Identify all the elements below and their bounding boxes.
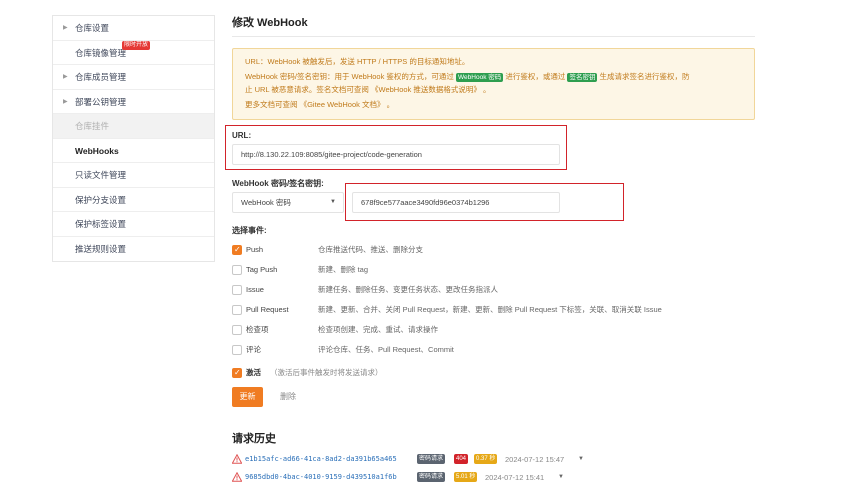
- sidebar-item-label: 仓库成员管理: [75, 72, 127, 82]
- duration-badge: 5.01 秒: [454, 472, 478, 482]
- sidebar-item-widgets: 仓库挂件: [53, 114, 214, 139]
- request-time: 2024-07-12 15:47: [505, 455, 565, 464]
- activate-hint: （激活后事件触发时将发送请求）: [270, 368, 383, 377]
- secret-type-select[interactable]: WebHook 密码 ▼: [232, 192, 344, 213]
- event-desc: 评论仓库、任务、Pull Request、Commit: [318, 345, 454, 354]
- notice-text: WebHook 密码/签名密钥：用于 WebHook 鉴权的方式，可通过: [245, 72, 454, 81]
- event-name: Pull Request: [246, 305, 289, 314]
- sidebar-item-repo-settings[interactable]: ▶ 仓库设置: [53, 16, 214, 41]
- secret-type-value: WebHook 密码: [241, 198, 291, 207]
- notice-text: 。: [386, 100, 395, 109]
- sidebar-item-label: 部署公钥管理: [75, 96, 127, 107]
- page-title: 修改 WebHook: [232, 17, 308, 29]
- pull-request-checkbox[interactable]: [232, 305, 242, 315]
- webhook-notice: URL：WebHook 被触发后，发送 HTTP / HTTPS 的目标通知地址…: [232, 48, 755, 120]
- expand-caret-icon[interactable]: ▼: [578, 453, 584, 466]
- sidebar-item-label: 仓库挂件: [75, 121, 110, 131]
- sidebar-item-push-rules[interactable]: 推送规则设置: [53, 237, 214, 262]
- sidebar-item-label: 只读文件管理: [75, 170, 127, 180]
- request-id-link[interactable]: 9685dbd0-4bac-4010-9159-d439510a1f6b: [245, 471, 397, 484]
- sidebar-item-readonly-files[interactable]: 只读文件管理: [53, 163, 214, 188]
- event-issue[interactable]: Issue 新建任务、删除任务、变更任务状态、更改任务指派人: [232, 283, 732, 297]
- comment-checkbox[interactable]: [232, 345, 242, 355]
- events-label: 选择事件:: [232, 226, 267, 235]
- notice-line: 更多文档可查阅 《Gitee WebHook 文档》 。: [245, 98, 742, 111]
- event-tag-push[interactable]: Tag Push 新建、删除 tag: [232, 263, 732, 277]
- request-time: 2024-07-12 15:41: [485, 473, 545, 482]
- event-push[interactable]: Push 仓库推送代码、推送、删除分支: [232, 243, 732, 257]
- event-name: Push: [246, 245, 264, 254]
- notice-text: 。: [482, 85, 491, 94]
- secret-highlight-box: [345, 183, 624, 221]
- event-desc: 新建、删除 tag: [318, 265, 369, 274]
- chevron-right-icon: ▶: [63, 25, 68, 31]
- tag-push-checkbox[interactable]: [232, 265, 242, 275]
- url-highlight-box: [225, 125, 567, 170]
- status-code-badge: 404: [454, 454, 469, 464]
- history-row[interactable]: e1b15afc-ad66-41ca-8ad2-da391b65a465 密码请…: [232, 453, 592, 466]
- notice-text: 更多文档可查阅: [245, 100, 298, 109]
- request-type-tag: 密码请求: [417, 454, 446, 464]
- event-name: Issue: [246, 285, 264, 294]
- notice-text: 进行鉴权，或通过: [505, 72, 566, 81]
- sidebar-item-label: 推送规则设置: [75, 243, 127, 254]
- event-desc: 新建任务、删除任务、变更任务状态、更改任务指派人: [318, 285, 498, 294]
- event-desc: 检查项创建、完成、重试、请求操作: [318, 325, 438, 334]
- sidebar-item-webhooks[interactable]: WebHooks: [53, 139, 214, 163]
- sidebar-item-label: WebHooks: [75, 145, 119, 156]
- push-format-doc-link[interactable]: 《WebHook 推送数据格式说明》: [371, 85, 481, 94]
- check-checkbox[interactable]: [232, 325, 242, 335]
- sidebar-item-label: 保护标签设置: [75, 219, 127, 229]
- push-checkbox[interactable]: [232, 243, 242, 257]
- sidebar-item-label: 仓库镜像管理: [75, 47, 127, 58]
- notice-line: URL：WebHook 被触发后，发送 HTTP / HTTPS 的目标通知地址…: [245, 57, 470, 66]
- notice-line: WebHook 密码/签名密钥：用于 WebHook 鉴权的方式，可通过 Web…: [245, 70, 742, 96]
- request-id-link[interactable]: e1b15afc-ad66-41ca-8ad2-da391b65a465: [245, 453, 397, 466]
- event-name: 检查项: [246, 325, 269, 334]
- chevron-right-icon: ▶: [63, 98, 68, 105]
- title-divider: [232, 36, 755, 37]
- secret-label: WebHook 密码/签名密钥:: [232, 179, 324, 188]
- expand-caret-icon[interactable]: ▼: [558, 471, 564, 484]
- settings-sidebar: ▶ 仓库设置 仓库镜像管理 ▶ 仓库成员管理 ▶ 部署公钥管理 仓库挂件 WebHoo…: [52, 15, 215, 262]
- event-pull-request[interactable]: Pull Request 新建、更新、合并、关闭 Pull Request，新建…: [232, 303, 752, 317]
- event-desc: 新建、更新、合并、关闭 Pull Request，新建、更新、删除 Pull R…: [318, 305, 662, 314]
- history-title: 请求历史: [232, 433, 276, 445]
- event-name: Tag Push: [246, 265, 278, 274]
- limited-badge: 限时开放: [122, 41, 151, 50]
- activate-checkbox[interactable]: [232, 366, 242, 380]
- delete-button[interactable]: 删除: [280, 387, 296, 407]
- update-button[interactable]: 更新: [232, 387, 263, 407]
- event-check[interactable]: 检查项 检查项创建、完成、重试、请求操作: [232, 323, 732, 337]
- sidebar-item-protected-tags[interactable]: 保护标签设置: [53, 212, 214, 237]
- password-tag: WebHook 密码: [456, 73, 504, 82]
- sidebar-item-deploy-keys[interactable]: ▶ 部署公钥管理: [53, 90, 214, 114]
- notice-text: 生成请求签名进行鉴权，防: [599, 72, 690, 81]
- issue-checkbox[interactable]: [232, 285, 242, 295]
- sidebar-item-members[interactable]: ▶ 仓库成员管理: [53, 65, 214, 90]
- sidebar-item-label: 仓库设置: [75, 23, 110, 33]
- signature-tag: 签名密钥: [567, 73, 598, 82]
- event-comment[interactable]: 评论 评论仓库、任务、Pull Request、Commit: [232, 343, 732, 357]
- activate-row[interactable]: 激活 （激活后事件触发时将发送请求）: [232, 366, 532, 380]
- chevron-right-icon: ▶: [63, 74, 68, 80]
- request-type-tag: 密码请求: [417, 472, 446, 482]
- sidebar-item-protected-branches[interactable]: 保护分支设置: [53, 188, 214, 212]
- duration-badge: 0.37 秒: [474, 454, 498, 464]
- sidebar-item-label: 保护分支设置: [75, 194, 127, 205]
- history-row[interactable]: 9685dbd0-4bac-4010-9159-d439510a1f6b 密码请…: [232, 471, 592, 484]
- gitee-webhook-doc-link[interactable]: 《Gitee WebHook 文档》: [300, 100, 385, 109]
- activate-label: 激活: [246, 368, 261, 377]
- event-desc: 仓库推送代码、推送、删除分支: [318, 245, 423, 254]
- caret-down-icon: ▼: [330, 199, 336, 205]
- warning-icon: [232, 472, 242, 482]
- notice-text: 止 URL 被恶意请求。签名文档可查阅: [245, 85, 369, 94]
- warning-icon: [232, 454, 242, 464]
- event-name: 评论: [246, 345, 261, 354]
